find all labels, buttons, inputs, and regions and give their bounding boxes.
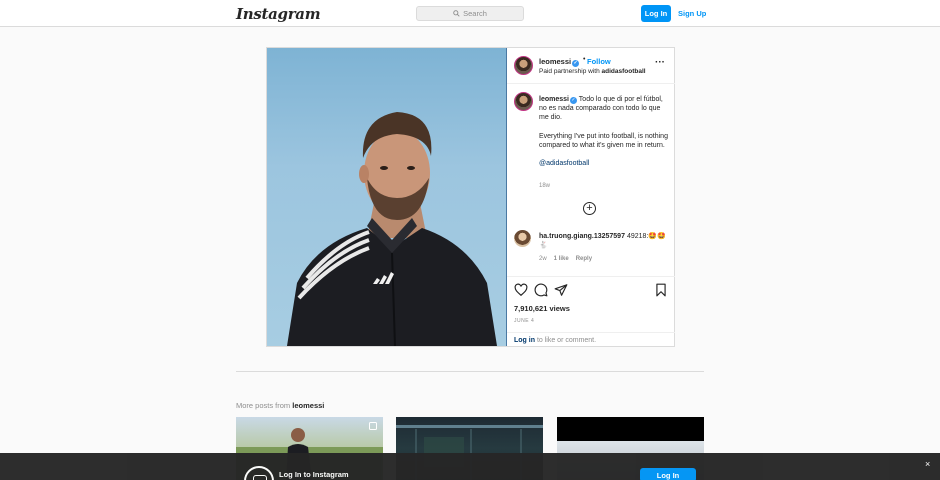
comment-likes[interactable]: 1 like: [554, 256, 569, 262]
more-posts-heading: More posts from leomessi: [236, 401, 324, 410]
player-portrait-image: [287, 112, 497, 346]
comment-meta: 2w 1 like Reply: [539, 256, 592, 262]
paid-partnership-label: Paid partnership with adidasfootball: [539, 68, 646, 75]
top-navigation-bar: Instagram Search Log In Sign Up: [0, 0, 940, 27]
comment-item: ha.truong.giang.13257597 49218:🤩🤩🐇: [539, 232, 667, 250]
post-actions: 7,910,621 views JUNE 4 Log in to like or…: [507, 276, 675, 346]
login-link[interactable]: Log in: [514, 337, 535, 344]
bookmark-icon[interactable]: [654, 283, 668, 297]
post-video[interactable]: [267, 48, 507, 346]
signup-link[interactable]: Sign Up: [678, 5, 706, 22]
caption-mention-link[interactable]: @adidasfootball: [539, 159, 669, 168]
separator-dot: •: [583, 56, 586, 63]
more-posts-user-link[interactable]: leomessi: [292, 401, 324, 410]
share-icon[interactable]: [554, 283, 568, 297]
post-caption: leomessi ✓ Todo lo que di por el fútbol, …: [539, 95, 669, 168]
comment-icon[interactable]: [534, 283, 548, 297]
login-prompt-text: to like or comment.: [535, 337, 597, 344]
banner-login-button[interactable]: Log In: [640, 468, 696, 480]
reply-button[interactable]: Reply: [576, 256, 592, 262]
search-placeholder: Search: [463, 9, 487, 18]
login-prompt: Log in to like or comment.: [507, 332, 675, 347]
partner-prefix: Paid partnership with: [539, 68, 600, 75]
section-divider: [236, 371, 704, 372]
more-posts-prefix: More posts from: [236, 401, 293, 410]
instagram-logo[interactable]: Instagram: [236, 5, 321, 23]
post-username[interactable]: leomessi ✓: [539, 57, 580, 67]
verified-badge-icon: ✓: [569, 97, 577, 104]
post-date: JUNE 4: [514, 318, 535, 324]
heart-icon[interactable]: [514, 283, 528, 297]
search-icon: [453, 10, 460, 17]
login-button[interactable]: Log In: [641, 5, 671, 22]
comment-username[interactable]: ha.truong.giang.13257597: [539, 233, 625, 240]
caption-avatar[interactable]: [514, 92, 533, 111]
comment-age: 2w: [539, 256, 547, 262]
close-icon[interactable]: ×: [925, 459, 930, 469]
more-options-icon[interactable]: ···: [655, 57, 665, 68]
multiple-photos-icon: [369, 422, 377, 430]
post-card: leomessi ✓ • Follow Paid partnership with…: [266, 47, 675, 347]
follow-button[interactable]: Follow: [587, 57, 611, 66]
login-banner: Log In to Instagram Log In ×: [0, 453, 940, 480]
post-header: leomessi ✓ • Follow Paid partnership with…: [507, 48, 675, 84]
post-sidebar: leomessi ✓ • Follow Paid partnership with…: [507, 48, 675, 346]
load-more-comments-icon[interactable]: +: [583, 202, 596, 215]
caption-username[interactable]: leomessi: [539, 96, 569, 103]
verified-badge-icon: ✓: [572, 60, 580, 67]
instagram-camera-icon: [244, 466, 274, 480]
username-text[interactable]: leomessi: [539, 57, 571, 66]
caption-text-english: Everything I've put into football, is no…: [539, 132, 668, 149]
views-count[interactable]: 7,910,621 views: [514, 304, 570, 313]
banner-title: Log In to Instagram: [279, 470, 349, 479]
avatar[interactable]: [514, 56, 533, 75]
partner-link[interactable]: adidasfootball: [602, 68, 646, 75]
commenter-avatar[interactable]: [514, 230, 531, 247]
caption-age: 18w: [539, 183, 551, 189]
search-input[interactable]: Search: [416, 6, 524, 21]
